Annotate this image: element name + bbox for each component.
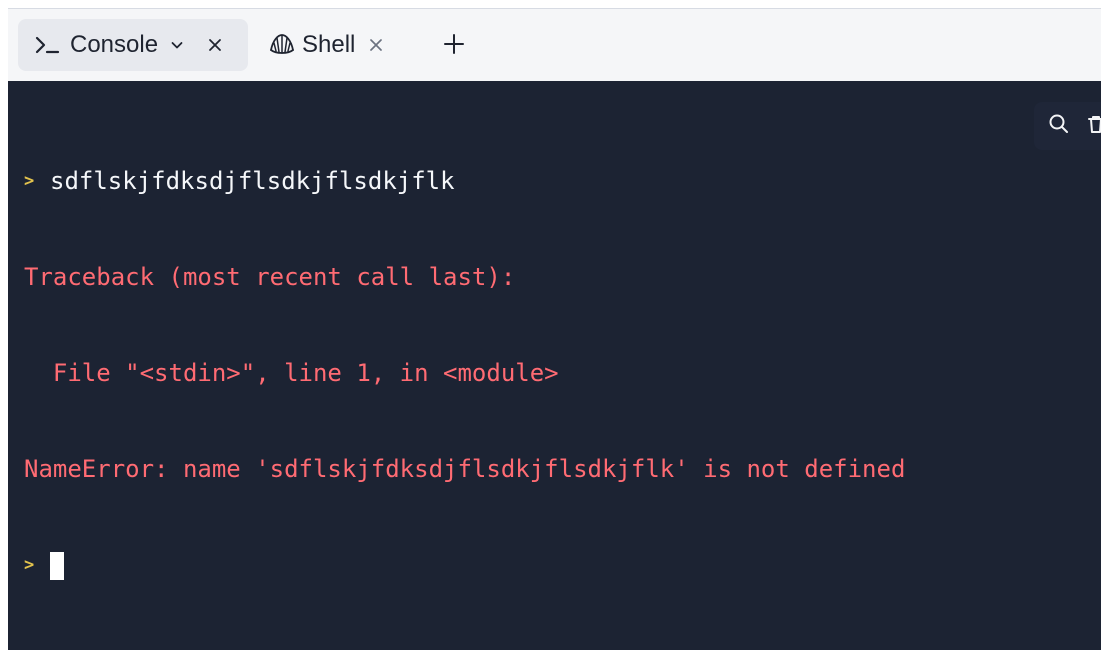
name-error-message: NameError: name 'sdflskjfdksdjflsdkjflsd…: [24, 455, 906, 483]
terminal-output: > sdflskjfdksdjflsdkjflsdkjflk Traceback…: [24, 101, 1024, 645]
trash-icon: [1084, 112, 1101, 140]
tab-bar: Console Shell: [8, 9, 1101, 81]
search-button[interactable]: [1045, 112, 1073, 140]
traceback-location: File "<stdin>", line 1, in <module>: [24, 359, 559, 387]
terminal-command: sdflskjfdksdjflsdkjflsdkjflk: [50, 167, 455, 195]
tab-shell[interactable]: Shell: [260, 19, 424, 71]
terminal-toolbar: [1034, 102, 1101, 150]
terminal-pane[interactable]: > sdflskjfdksdjflsdkjflsdkjflk Traceback…: [8, 81, 1101, 650]
terminal-input-line: > sdflskjfdksdjflsdkjflsdkjflk: [24, 165, 1024, 197]
console-icon: [32, 32, 62, 58]
close-icon[interactable]: [204, 34, 226, 56]
name-error-line: NameError: name 'sdflskjfdksdjflsdkjflsd…: [24, 453, 1024, 485]
prompt-symbol: >: [24, 171, 35, 191]
traceback-file-line: File "<stdin>", line 1, in <module>: [24, 357, 1024, 389]
tab-console[interactable]: Console: [18, 19, 248, 71]
search-icon: [1047, 112, 1071, 140]
plus-icon: [441, 31, 467, 61]
text-cursor: [50, 552, 64, 580]
tab-shell-label: Shell: [302, 31, 356, 58]
close-icon[interactable]: [365, 34, 387, 56]
clear-console-button[interactable]: [1084, 112, 1101, 140]
shell-icon: [266, 31, 298, 59]
traceback-header-line: Traceback (most recent call last):: [24, 261, 1024, 293]
left-gutter: [0, 0, 8, 650]
tab-console-label: Console: [70, 31, 159, 58]
prompt-symbol: >: [24, 555, 35, 575]
traceback-header: Traceback (most recent call last):: [24, 263, 516, 291]
chevron-down-icon[interactable]: [168, 36, 186, 54]
new-tab-button[interactable]: [438, 30, 470, 62]
active-prompt-line[interactable]: >: [24, 549, 1024, 581]
